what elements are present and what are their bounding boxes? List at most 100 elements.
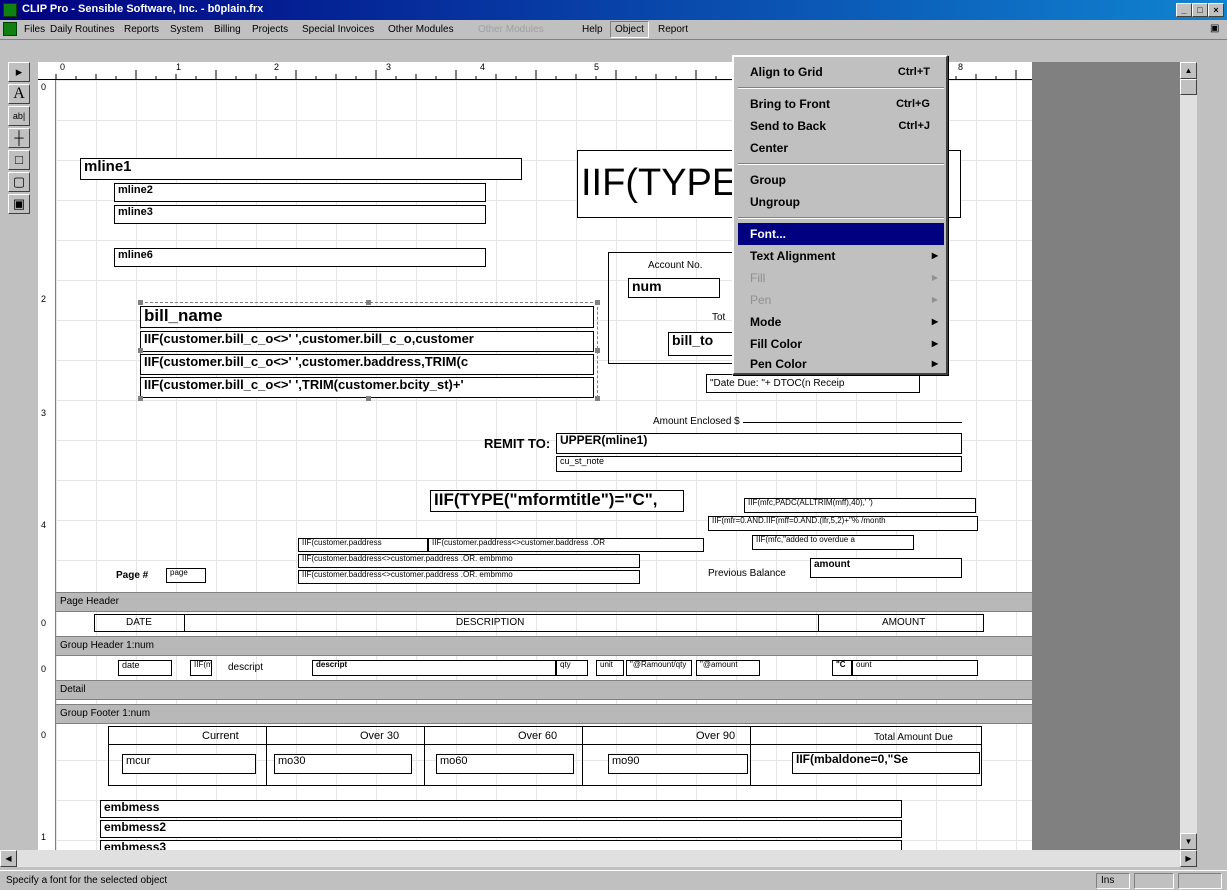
- field-uamount[interactable]: "@amount: [696, 660, 760, 676]
- selection-handle[interactable]: [366, 300, 371, 305]
- account-no-label: Account No.: [648, 260, 703, 271]
- field-descript[interactable]: descript: [312, 660, 556, 676]
- menu-help[interactable]: Help: [582, 24, 603, 35]
- field-mo30[interactable]: mo30: [274, 754, 412, 774]
- selection-handle[interactable]: [138, 300, 143, 305]
- field-bill-line3[interactable]: IIF(customer.bill_c_o<>' ',TRIM(customer…: [140, 377, 594, 398]
- field-mo90[interactable]: mo90: [608, 754, 748, 774]
- ruler-mark: 0: [60, 62, 66, 72]
- selection-handle[interactable]: [595, 348, 600, 353]
- menu-item-send-to-back[interactable]: Send to Back Ctrl+J: [738, 115, 944, 137]
- label-tool-icon[interactable]: A: [8, 84, 30, 104]
- field-date[interactable]: date: [118, 660, 172, 676]
- field-paddr1b[interactable]: IIF(customer.paddress<>customer.baddress…: [428, 538, 704, 552]
- field-bill-line1[interactable]: IIF(customer.bill_c_o<>' ',customer.bill…: [140, 331, 594, 352]
- close-button[interactable]: ×: [1208, 3, 1224, 17]
- field-iif-mt[interactable]: IIF(mt: [190, 660, 212, 676]
- field-mline6[interactable]: mline6: [114, 248, 486, 267]
- menu-projects[interactable]: Projects: [252, 24, 288, 35]
- menu-other-modules[interactable]: Other Modules: [388, 24, 454, 35]
- field-iif-mfc[interactable]: IIF(mfc,PADC(ALLTRIM(mff),40),' '): [744, 498, 976, 513]
- menu-item-ungroup[interactable]: Ungroup: [738, 191, 944, 213]
- field-bill-line2[interactable]: IIF(customer.bill_c_o<>' ',customer.badd…: [140, 354, 594, 375]
- field-count[interactable]: ount: [852, 660, 978, 676]
- field-page[interactable]: page: [166, 568, 206, 583]
- field-iif-mfr[interactable]: IIF(mfr=0.AND.IIF(mff=0.AND.(lfr,5,2)+"%…: [708, 516, 978, 531]
- picture-tool-icon[interactable]: ▣: [8, 194, 30, 214]
- total-label: Tot: [712, 312, 726, 323]
- band-group-footer[interactable]: Group Footer 1:num: [56, 704, 1032, 724]
- field-iif-overdue[interactable]: IIF(mfc,"added to overdue a: [752, 535, 914, 550]
- field-embmess3[interactable]: embmess3: [100, 840, 902, 850]
- field-mline1[interactable]: mline1: [80, 158, 522, 180]
- field-num[interactable]: num: [628, 278, 720, 298]
- field-bill-name[interactable]: bill_name: [140, 306, 594, 328]
- scroll-right-button[interactable]: ▶: [1180, 850, 1197, 867]
- aging-over60-label: Over 60: [518, 730, 558, 742]
- restore-doc-icon[interactable]: ▣: [1210, 23, 1223, 36]
- document-icon: [3, 22, 17, 36]
- field-total-due[interactable]: IIF(mbaldone=0,"Se: [792, 752, 980, 774]
- vertical-scrollbar[interactable]: ▲ ▼: [1180, 62, 1197, 850]
- menu-reports[interactable]: Reports: [124, 24, 159, 35]
- horizontal-scrollbar[interactable]: ◀ ▶: [0, 850, 1197, 867]
- field-paddr2[interactable]: IIF(customer.baddress<>customer.paddress…: [298, 554, 640, 568]
- band-detail[interactable]: Detail: [56, 680, 1032, 700]
- field-mline2[interactable]: mline2: [114, 183, 486, 202]
- band-page-header[interactable]: Page Header: [56, 592, 1032, 612]
- menu-special-invoices[interactable]: Special Invoices: [302, 24, 374, 35]
- menu-report[interactable]: Report: [658, 24, 688, 35]
- ruler-mark: 8: [958, 62, 964, 72]
- selection-handle[interactable]: [138, 396, 143, 401]
- field-tool-icon[interactable]: ab|: [8, 106, 30, 126]
- rounded-rectangle-tool-icon[interactable]: ▢: [8, 172, 30, 192]
- menu-item-pen-color[interactable]: Pen Color ▶: [738, 353, 944, 375]
- menu-daily-routines[interactable]: Daily Routines: [50, 24, 114, 35]
- menu-billing[interactable]: Billing: [214, 24, 241, 35]
- selection-handle[interactable]: [366, 396, 371, 401]
- minimize-button[interactable]: _: [1176, 3, 1192, 17]
- menu-files[interactable]: Files: [24, 24, 45, 35]
- selection-handle[interactable]: [595, 300, 600, 305]
- scroll-thumb[interactable]: [1180, 79, 1197, 95]
- menu-item-mode[interactable]: Mode ▶: [738, 311, 944, 333]
- field-unit[interactable]: unit: [596, 660, 624, 676]
- selection-handle[interactable]: [138, 348, 143, 353]
- band-group-header[interactable]: Group Header 1:num: [56, 636, 1032, 656]
- menu-item-fill-color[interactable]: Fill Color ▶: [738, 333, 944, 355]
- menu-item-bring-to-front[interactable]: Bring to Front Ctrl+G: [738, 93, 944, 115]
- field-mline3[interactable]: mline3: [114, 205, 486, 224]
- field-cu-st-note[interactable]: cu_st_note: [556, 456, 962, 472]
- ruler-mark: 4: [480, 62, 486, 72]
- field-count-prefix[interactable]: "C: [832, 660, 852, 676]
- scroll-up-button[interactable]: ▲: [1180, 62, 1197, 79]
- selection-handle[interactable]: [595, 396, 600, 401]
- field-embmess2[interactable]: embmess2: [100, 820, 902, 838]
- menu-system[interactable]: System: [170, 24, 203, 35]
- field-remit[interactable]: UPPER(mline1): [556, 433, 962, 454]
- field-amount-qty[interactable]: "@Ramount/qty: [626, 660, 692, 676]
- field-amount[interactable]: amount: [810, 558, 962, 578]
- field-formtitle[interactable]: IIF(TYPE("mformtitle")="C",: [430, 490, 684, 512]
- line-tool-icon[interactable]: ┼: [8, 128, 30, 148]
- menu-item-text-alignment[interactable]: Text Alignment ▶: [738, 245, 944, 267]
- field-embmess[interactable]: embmess: [100, 800, 902, 818]
- pointer-icon[interactable]: ▸: [8, 62, 30, 82]
- menu-object[interactable]: Object: [610, 21, 649, 38]
- menu-item-center[interactable]: Center: [738, 137, 944, 159]
- status-text: Specify a font for the selected object: [6, 875, 168, 886]
- menu-item-font[interactable]: Font...: [738, 223, 944, 245]
- scroll-down-button[interactable]: ▼: [1180, 833, 1197, 850]
- rectangle-tool-icon[interactable]: □: [8, 150, 30, 170]
- menu-item-group[interactable]: Group: [738, 169, 944, 191]
- maximize-button[interactable]: □: [1192, 3, 1208, 17]
- menu-item-align-to-grid[interactable]: Align to Grid Ctrl+T: [738, 61, 944, 83]
- field-paddr3[interactable]: IIF(customer.baddress<>customer.paddress…: [298, 570, 640, 584]
- field-mcur[interactable]: mcur: [122, 754, 256, 774]
- aging-over90-label: Over 90: [696, 730, 736, 742]
- scroll-left-button[interactable]: ◀: [0, 850, 17, 867]
- field-mo60[interactable]: mo60: [436, 754, 574, 774]
- field-qty[interactable]: qty: [556, 660, 588, 676]
- field-paddr1[interactable]: IIF(customer.paddress: [298, 538, 428, 552]
- field-date-due[interactable]: "Date Due: "+ DTOC(n Receip: [706, 374, 920, 393]
